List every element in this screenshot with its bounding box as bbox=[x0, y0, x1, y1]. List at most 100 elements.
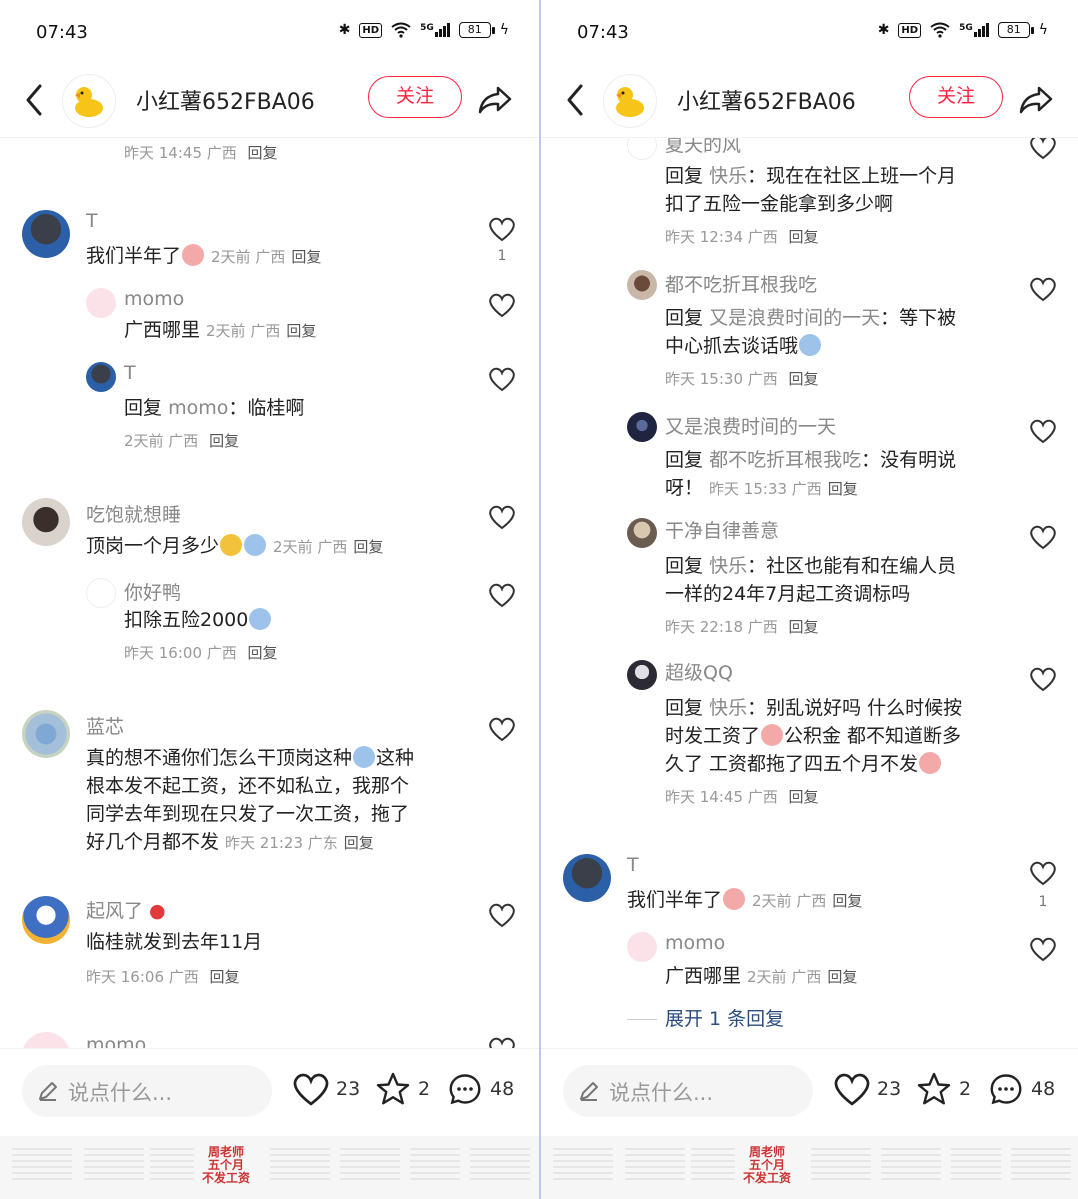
like-icon[interactable] bbox=[488, 902, 516, 928]
thumbnail[interactable] bbox=[270, 1148, 330, 1184]
follow-button[interactable]: 关注 bbox=[909, 76, 1003, 118]
back-icon[interactable] bbox=[20, 82, 48, 118]
thumbnail[interactable] bbox=[410, 1148, 460, 1184]
comment-username[interactable]: momo bbox=[124, 288, 184, 310]
comment-username[interactable]: 蓝芯 bbox=[86, 712, 124, 739]
reply-button[interactable]: 回复 bbox=[209, 432, 239, 450]
like-button[interactable]: 23 bbox=[833, 1071, 901, 1107]
favorite-button[interactable]: 2 bbox=[915, 1071, 971, 1107]
reply-button[interactable]: 回复 bbox=[353, 538, 383, 556]
reply-button[interactable]: 回复 bbox=[210, 968, 240, 986]
comment-body: 广西哪里 2天前 广西 回复 bbox=[665, 965, 858, 987]
avatar[interactable] bbox=[627, 660, 657, 690]
favorite-button[interactable]: 2 bbox=[374, 1071, 430, 1107]
reply-button[interactable]: 回复 bbox=[286, 322, 316, 340]
like-icon[interactable] bbox=[488, 582, 516, 608]
avatar[interactable] bbox=[627, 270, 657, 300]
like-icon[interactable] bbox=[1029, 418, 1057, 444]
expand-replies-button[interactable]: 展开 1 条回复 bbox=[627, 1004, 784, 1031]
comment-body: 真的想不通你们怎么干顶岗这种 这种 根本发不起工资，还不如私立，我那个 同学去年到… bbox=[86, 746, 415, 853]
reply-button[interactable]: 回复 bbox=[827, 968, 857, 986]
avatar[interactable] bbox=[86, 362, 116, 392]
like-icon[interactable] bbox=[488, 366, 516, 392]
comment-button[interactable]: 48 bbox=[446, 1071, 514, 1107]
reply-button[interactable]: 回复 bbox=[832, 892, 862, 910]
comment-username[interactable]: 夏天的风 bbox=[665, 138, 741, 157]
thumbnail[interactable] bbox=[553, 1148, 613, 1184]
comment-username[interactable]: T bbox=[124, 362, 136, 384]
like-icon[interactable] bbox=[1029, 524, 1057, 550]
note-header: 小红薯652FBA06 关注 bbox=[541, 64, 1078, 138]
like-button[interactable]: 23 bbox=[292, 1071, 360, 1107]
comment-username[interactable]: 又是浪费时间的一天 bbox=[665, 412, 836, 439]
thumbnail[interactable] bbox=[1011, 1148, 1071, 1184]
avatar[interactable] bbox=[22, 1032, 70, 1048]
avatar[interactable] bbox=[627, 932, 657, 962]
like-icon[interactable] bbox=[1029, 860, 1057, 886]
reply-button[interactable]: 回复 bbox=[789, 788, 819, 806]
comment-username[interactable]: 你好鸭 bbox=[124, 578, 181, 605]
comment-username[interactable]: 起风了 ● bbox=[86, 896, 166, 923]
like-icon[interactable] bbox=[488, 716, 516, 742]
like-icon[interactable] bbox=[1029, 666, 1057, 692]
thumbnail[interactable] bbox=[84, 1148, 144, 1184]
comment-username[interactable]: 干净自律善意 bbox=[665, 516, 779, 543]
comment-username[interactable]: 吃饱就想睡 bbox=[86, 500, 181, 527]
author-avatar[interactable] bbox=[603, 74, 657, 128]
thumbnail[interactable] bbox=[150, 1148, 194, 1184]
reply-button[interactable]: 回复 bbox=[789, 618, 819, 636]
emoji-icon bbox=[244, 534, 267, 556]
avatar[interactable] bbox=[627, 138, 657, 160]
avatar[interactable] bbox=[22, 498, 70, 546]
comment-input[interactable]: 说点什么... bbox=[563, 1065, 813, 1117]
avatar[interactable] bbox=[86, 288, 116, 318]
back-icon[interactable] bbox=[561, 82, 589, 118]
comment-username[interactable]: T bbox=[627, 854, 639, 876]
author-name[interactable]: 小红薯652FBA06 bbox=[136, 84, 315, 116]
comment-username[interactable]: momo bbox=[665, 932, 725, 954]
thumbnail[interactable] bbox=[881, 1148, 941, 1184]
like-icon[interactable] bbox=[488, 504, 516, 530]
reply-button[interactable]: 回复 bbox=[248, 144, 278, 162]
thumbnail[interactable] bbox=[951, 1148, 1001, 1184]
like-icon[interactable] bbox=[1029, 936, 1057, 962]
reply-button[interactable]: 回复 bbox=[828, 480, 858, 498]
reply-button[interactable]: 回复 bbox=[248, 644, 278, 662]
thumbnail[interactable] bbox=[691, 1148, 735, 1184]
comment-button[interactable]: 48 bbox=[987, 1071, 1055, 1107]
reply-button[interactable]: 回复 bbox=[789, 228, 819, 246]
thumbnail[interactable] bbox=[811, 1148, 871, 1184]
thumbnail[interactable] bbox=[12, 1148, 72, 1184]
reply-button[interactable]: 回复 bbox=[291, 248, 321, 266]
comment-username[interactable]: momo bbox=[86, 1034, 146, 1048]
like-icon[interactable] bbox=[1029, 276, 1057, 302]
comment-list[interactable]: 夏天的风 回复 快乐：现在在社区上班一个月 扣了五险一金能拿到多少啊 昨天 12… bbox=[541, 138, 1078, 1048]
author-name[interactable]: 小红薯652FBA06 bbox=[677, 84, 856, 116]
author-avatar[interactable] bbox=[62, 74, 116, 128]
comment-input[interactable]: 说点什么... bbox=[22, 1065, 272, 1117]
thumbnail[interactable] bbox=[625, 1148, 685, 1184]
comment-username[interactable]: 都不吃折耳根我吃 bbox=[665, 270, 817, 297]
reply-button[interactable]: 回复 bbox=[344, 834, 374, 852]
avatar[interactable] bbox=[22, 896, 70, 944]
like-icon[interactable] bbox=[488, 216, 516, 242]
like-icon[interactable] bbox=[488, 1036, 516, 1048]
avatar[interactable] bbox=[627, 412, 657, 442]
avatar[interactable] bbox=[563, 854, 611, 902]
thumbnail[interactable] bbox=[470, 1148, 530, 1184]
share-icon[interactable] bbox=[476, 82, 514, 118]
thumbnail[interactable] bbox=[340, 1148, 400, 1184]
reply-button[interactable]: 回复 bbox=[789, 370, 819, 388]
like-icon[interactable] bbox=[488, 292, 516, 318]
avatar[interactable] bbox=[22, 710, 70, 758]
avatar[interactable] bbox=[86, 578, 116, 608]
comment-list[interactable]: 昨天 14:45 广西 回复 T 我们半年了 2天前 广西 回复 1 momo 广西… bbox=[0, 138, 539, 1048]
comment-meta: 昨天 15:30 广西 回复 bbox=[665, 370, 819, 388]
like-icon[interactable] bbox=[1029, 138, 1057, 160]
comment-username[interactable]: 超级QQ bbox=[665, 658, 733, 685]
avatar[interactable] bbox=[22, 210, 70, 258]
comment-username[interactable]: T bbox=[86, 210, 98, 232]
follow-button[interactable]: 关注 bbox=[368, 76, 462, 118]
avatar[interactable] bbox=[627, 518, 657, 548]
share-icon[interactable] bbox=[1017, 82, 1055, 118]
